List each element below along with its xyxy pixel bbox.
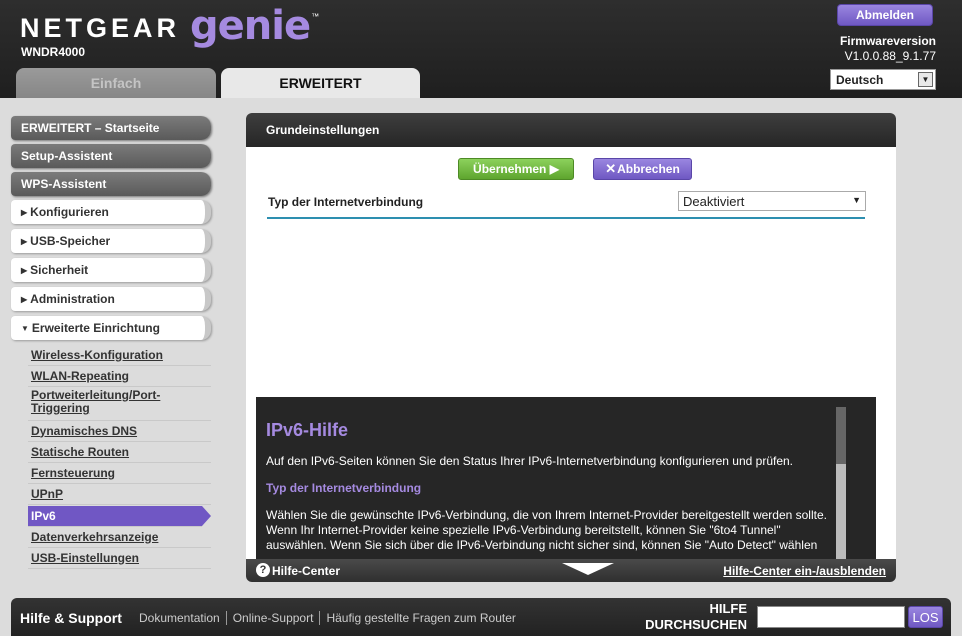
footer-links: Dokumentation Online-Support Häufig gest…	[133, 611, 522, 625]
sidebar-item-label: Erweiterte Einrichtung	[31, 321, 160, 335]
language-select[interactable]: Deutsch ▼	[830, 69, 936, 90]
main-panel: Grundeinstellungen Übernehmen ▶ ✕ Abbrec…	[246, 113, 896, 582]
sidebar-item-setup-wizard[interactable]: Setup-Assistent	[11, 144, 211, 168]
triangle-right-icon: ▶	[21, 294, 28, 304]
triangle-right-icon: ▶	[21, 207, 28, 217]
help-intro: Auf den IPv6-Seiten können Sie den Statu…	[266, 454, 794, 468]
help-search-label-line2: DURCHSUCHEN	[645, 617, 747, 632]
help-center-bar: ? Hilfe-Center Hilfe-Center ein-/ausblen…	[246, 559, 896, 582]
sidebar-item-configure[interactable]: ▶ Konfigurieren	[11, 200, 211, 224]
footer-title: Hilfe & Support	[20, 610, 122, 626]
sidebar-item-label: Sicherheit	[30, 263, 89, 277]
firmware-label: Firmwareversion	[839, 34, 936, 48]
sidebar-item-advanced-home[interactable]: ERWEITERT – Startseite	[11, 116, 211, 140]
sidebar-subitem-static-routes[interactable]: Statische Routen	[28, 442, 211, 463]
sidebar-subitem-wlan-repeating[interactable]: WLAN-Repeating	[28, 366, 211, 387]
help-panel: IPv6-Hilfe Auf den IPv6-Seiten können Si…	[256, 397, 876, 560]
triangle-down-icon: ▼	[21, 323, 29, 333]
connection-type-label: Typ der Internetverbindung	[268, 195, 424, 209]
divider-line	[267, 217, 865, 219]
footer-support-bar: Hilfe & Support Dokumentation Online-Sup…	[11, 598, 951, 636]
documentation-link[interactable]: Dokumentation	[133, 611, 226, 625]
sidebar-item-wps-wizard[interactable]: WPS-Assistent	[11, 172, 211, 196]
logout-button[interactable]: Abmelden	[837, 4, 933, 26]
panel-title: Grundeinstellungen	[246, 113, 896, 147]
help-title: IPv6-Hilfe	[266, 420, 349, 440]
faq-link[interactable]: Häufig gestellte Fragen zum Router	[320, 611, 521, 625]
sidebar-subitem-wireless-config[interactable]: Wireless-Konfiguration	[28, 345, 211, 366]
help-body: Wählen Sie die gewünschte IPv6-Verbindun…	[266, 508, 827, 552]
connection-type-select[interactable]: Deaktiviert ▼	[678, 191, 866, 211]
sidebar-item-label: Konfigurieren	[30, 205, 109, 219]
help-scrollbar-thumb[interactable]	[836, 407, 846, 464]
triangle-right-icon: ▶	[21, 236, 28, 246]
netgear-wordmark: NETGEAR	[20, 13, 181, 43]
firmware-version: V1.0.0.88_9.1.77	[844, 49, 936, 63]
collapse-arrow-icon[interactable]	[562, 563, 614, 575]
sidebar-subitem-remote-management[interactable]: Fernsteuerung	[28, 463, 211, 484]
help-subtitle: Typ der Internetverbindung	[266, 481, 422, 495]
help-search-input[interactable]	[757, 606, 905, 628]
help-center-label: Hilfe-Center	[272, 564, 341, 578]
genie-wordmark: genie	[190, 3, 311, 49]
dropdown-arrow-icon: ▼	[852, 195, 861, 205]
sidebar-subitem-port-forwarding[interactable]: Portweiterleitung/Port-Triggering	[28, 387, 211, 421]
sidebar-subitem-ipv6[interactable]: IPv6	[28, 506, 211, 527]
top-header: NETGEAR genie ™ WNDR4000 Abmelden Firmwa…	[0, 0, 962, 98]
sidebar-item-advanced-setup[interactable]: ▼ Erweiterte Einrichtung	[11, 316, 211, 340]
dropdown-arrow-icon[interactable]: ▼	[918, 72, 933, 87]
question-icon: ?	[256, 563, 270, 577]
router-model: WNDR4000	[21, 45, 86, 59]
cancel-button[interactable]: ✕ Abbrechen	[593, 158, 692, 180]
help-search-button[interactable]: LOS	[908, 606, 943, 628]
sidebar-item-label: Administration	[30, 292, 115, 306]
tab-simple[interactable]: Einfach	[16, 68, 216, 98]
help-search-label-line1: HILFE	[709, 601, 747, 616]
online-support-link[interactable]: Online-Support	[227, 611, 320, 625]
netgear-genie-logo: NETGEAR genie ™	[20, 4, 319, 48]
sidebar-nav: ERWEITERT – Startseite Setup-Assistent W…	[11, 116, 211, 569]
help-search-label: HILFE DURCHSUCHEN	[633, 601, 747, 633]
tab-advanced[interactable]: ERWEITERT	[221, 68, 420, 98]
close-icon: ✕	[605, 161, 617, 176]
sidebar-item-label: USB-Speicher	[30, 234, 111, 248]
help-center-toggle-link[interactable]: Hilfe-Center ein-/ausblenden	[723, 564, 886, 578]
sidebar-subitem-dynamic-dns[interactable]: Dynamisches DNS	[28, 421, 211, 442]
sidebar-item-security[interactable]: ▶ Sicherheit	[11, 258, 211, 282]
sidebar-subitem-usb-settings[interactable]: USB-Einstellungen	[28, 548, 211, 569]
triangle-right-icon: ▶	[21, 265, 28, 275]
language-value: Deutsch	[836, 72, 884, 87]
connection-type-value: Deaktiviert	[683, 193, 745, 209]
sidebar-item-administration[interactable]: ▶ Administration	[11, 287, 211, 311]
sidebar-item-usb-storage[interactable]: ▶ USB-Speicher	[11, 229, 211, 253]
trademark-symbol: ™	[311, 12, 320, 21]
cancel-label: Abbrechen	[617, 162, 680, 176]
sidebar-subitem-traffic-meter[interactable]: Datenverkehrsanzeige	[28, 527, 211, 548]
sidebar-subitem-upnp[interactable]: UPnP	[28, 484, 211, 505]
apply-button[interactable]: Übernehmen ▶	[458, 158, 574, 180]
